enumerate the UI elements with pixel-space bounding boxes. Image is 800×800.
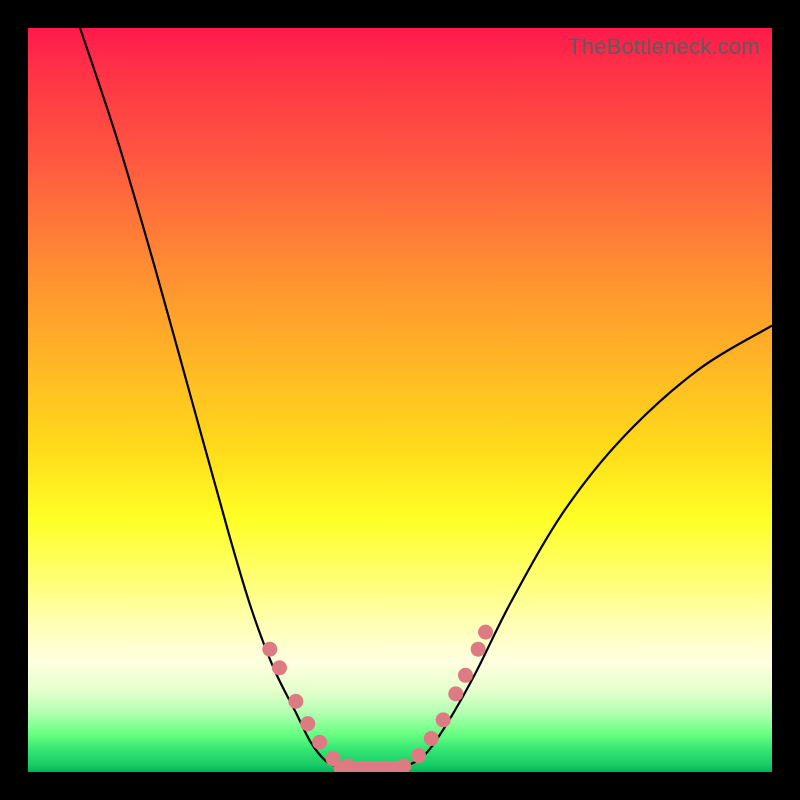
data-marker xyxy=(300,716,315,731)
data-marker xyxy=(424,731,439,746)
left-curve xyxy=(80,28,340,768)
data-marker xyxy=(458,668,473,683)
data-marker xyxy=(340,759,355,772)
curves-svg xyxy=(28,28,772,772)
data-marker xyxy=(448,686,463,701)
data-marker xyxy=(471,642,486,657)
data-marker xyxy=(436,712,451,727)
data-marker xyxy=(411,748,426,763)
chart-frame: TheBottleneck.com xyxy=(0,0,800,800)
right-curve xyxy=(400,326,772,769)
data-marker xyxy=(478,625,493,640)
data-marker xyxy=(312,735,327,750)
watermark-text: TheBottleneck.com xyxy=(568,34,760,60)
plot-area: TheBottleneck.com xyxy=(28,28,772,772)
data-marker xyxy=(288,694,303,709)
data-marker xyxy=(396,759,411,772)
markers-right xyxy=(396,625,493,772)
markers-left xyxy=(262,642,392,772)
data-marker xyxy=(262,642,277,657)
data-marker xyxy=(272,660,287,675)
data-marker xyxy=(326,751,341,766)
